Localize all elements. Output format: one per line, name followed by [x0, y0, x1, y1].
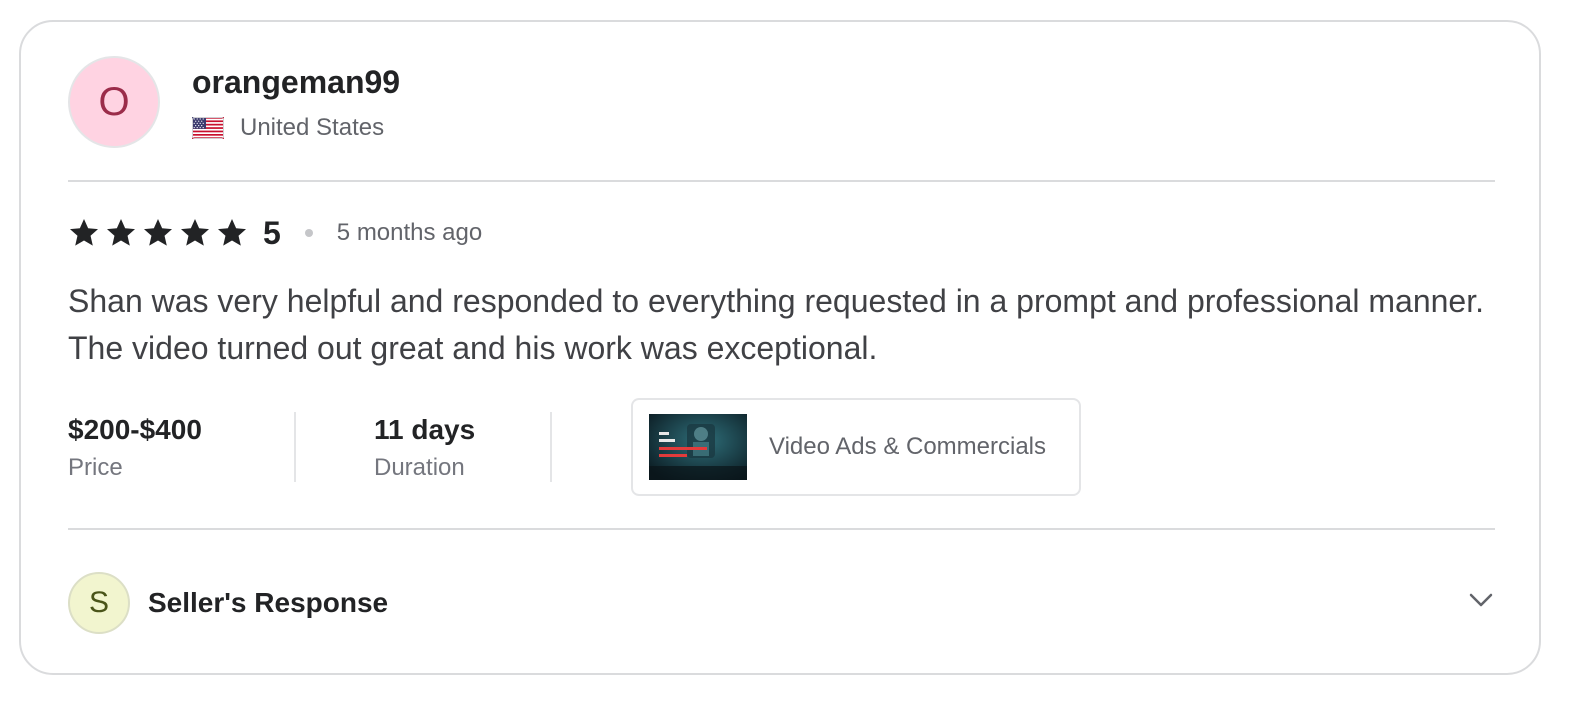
- star-rating: [68, 217, 253, 249]
- star-icon: [218, 219, 246, 246]
- review-meta-row: $200-$400 Price 11 days Duration Video A…: [68, 398, 1081, 496]
- price-value: $200-$400: [68, 414, 202, 445]
- reviewer-username[interactable]: orangeman99: [192, 62, 400, 102]
- price-label: Price: [68, 454, 123, 481]
- star-icon: [107, 219, 135, 246]
- star-icon: [181, 219, 209, 246]
- us-flag-icon: [192, 117, 224, 139]
- reviewer-avatar[interactable]: O: [68, 56, 160, 148]
- seller-avatar: S: [68, 572, 130, 634]
- duration-info: 11 days Duration: [374, 412, 550, 482]
- rating-row: 5 5 months ago: [68, 213, 482, 253]
- response-divider: [68, 528, 1495, 530]
- reviewer-info: orangeman99 United States: [192, 62, 400, 142]
- duration-label: Duration: [374, 454, 465, 481]
- review-card: O orangeman99 United States 5 5 months a…: [19, 20, 1541, 675]
- duration-value: 11 days: [374, 414, 476, 445]
- reviewer-country-row: United States: [192, 114, 400, 142]
- review-time-ago: 5 months ago: [336, 219, 483, 246]
- star-icon: [70, 219, 98, 246]
- chevron-down-icon[interactable]: [1467, 586, 1495, 614]
- gig-category[interactable]: Video Ads & Commercials: [769, 433, 1046, 461]
- reviewer-header: O orangeman99 United States: [68, 54, 400, 150]
- seller-response-label[interactable]: Seller's Response: [148, 587, 388, 619]
- gig-link[interactable]: Video Ads & Commercials: [631, 398, 1081, 496]
- rating-value: 5: [263, 214, 281, 251]
- meta-divider: [294, 412, 296, 482]
- separator-dot: [304, 229, 313, 237]
- header-divider: [68, 180, 1495, 182]
- reviewer-country: United States: [240, 114, 385, 141]
- meta-divider: [550, 412, 552, 482]
- seller-response-toggle[interactable]: S Seller's Response: [68, 572, 1495, 634]
- review-text: Shan was very helpful and responded to e…: [68, 283, 1484, 366]
- price-info: $200-$400 Price: [68, 412, 294, 482]
- gig-thumbnail: [649, 414, 747, 480]
- star-icon: [144, 219, 172, 246]
